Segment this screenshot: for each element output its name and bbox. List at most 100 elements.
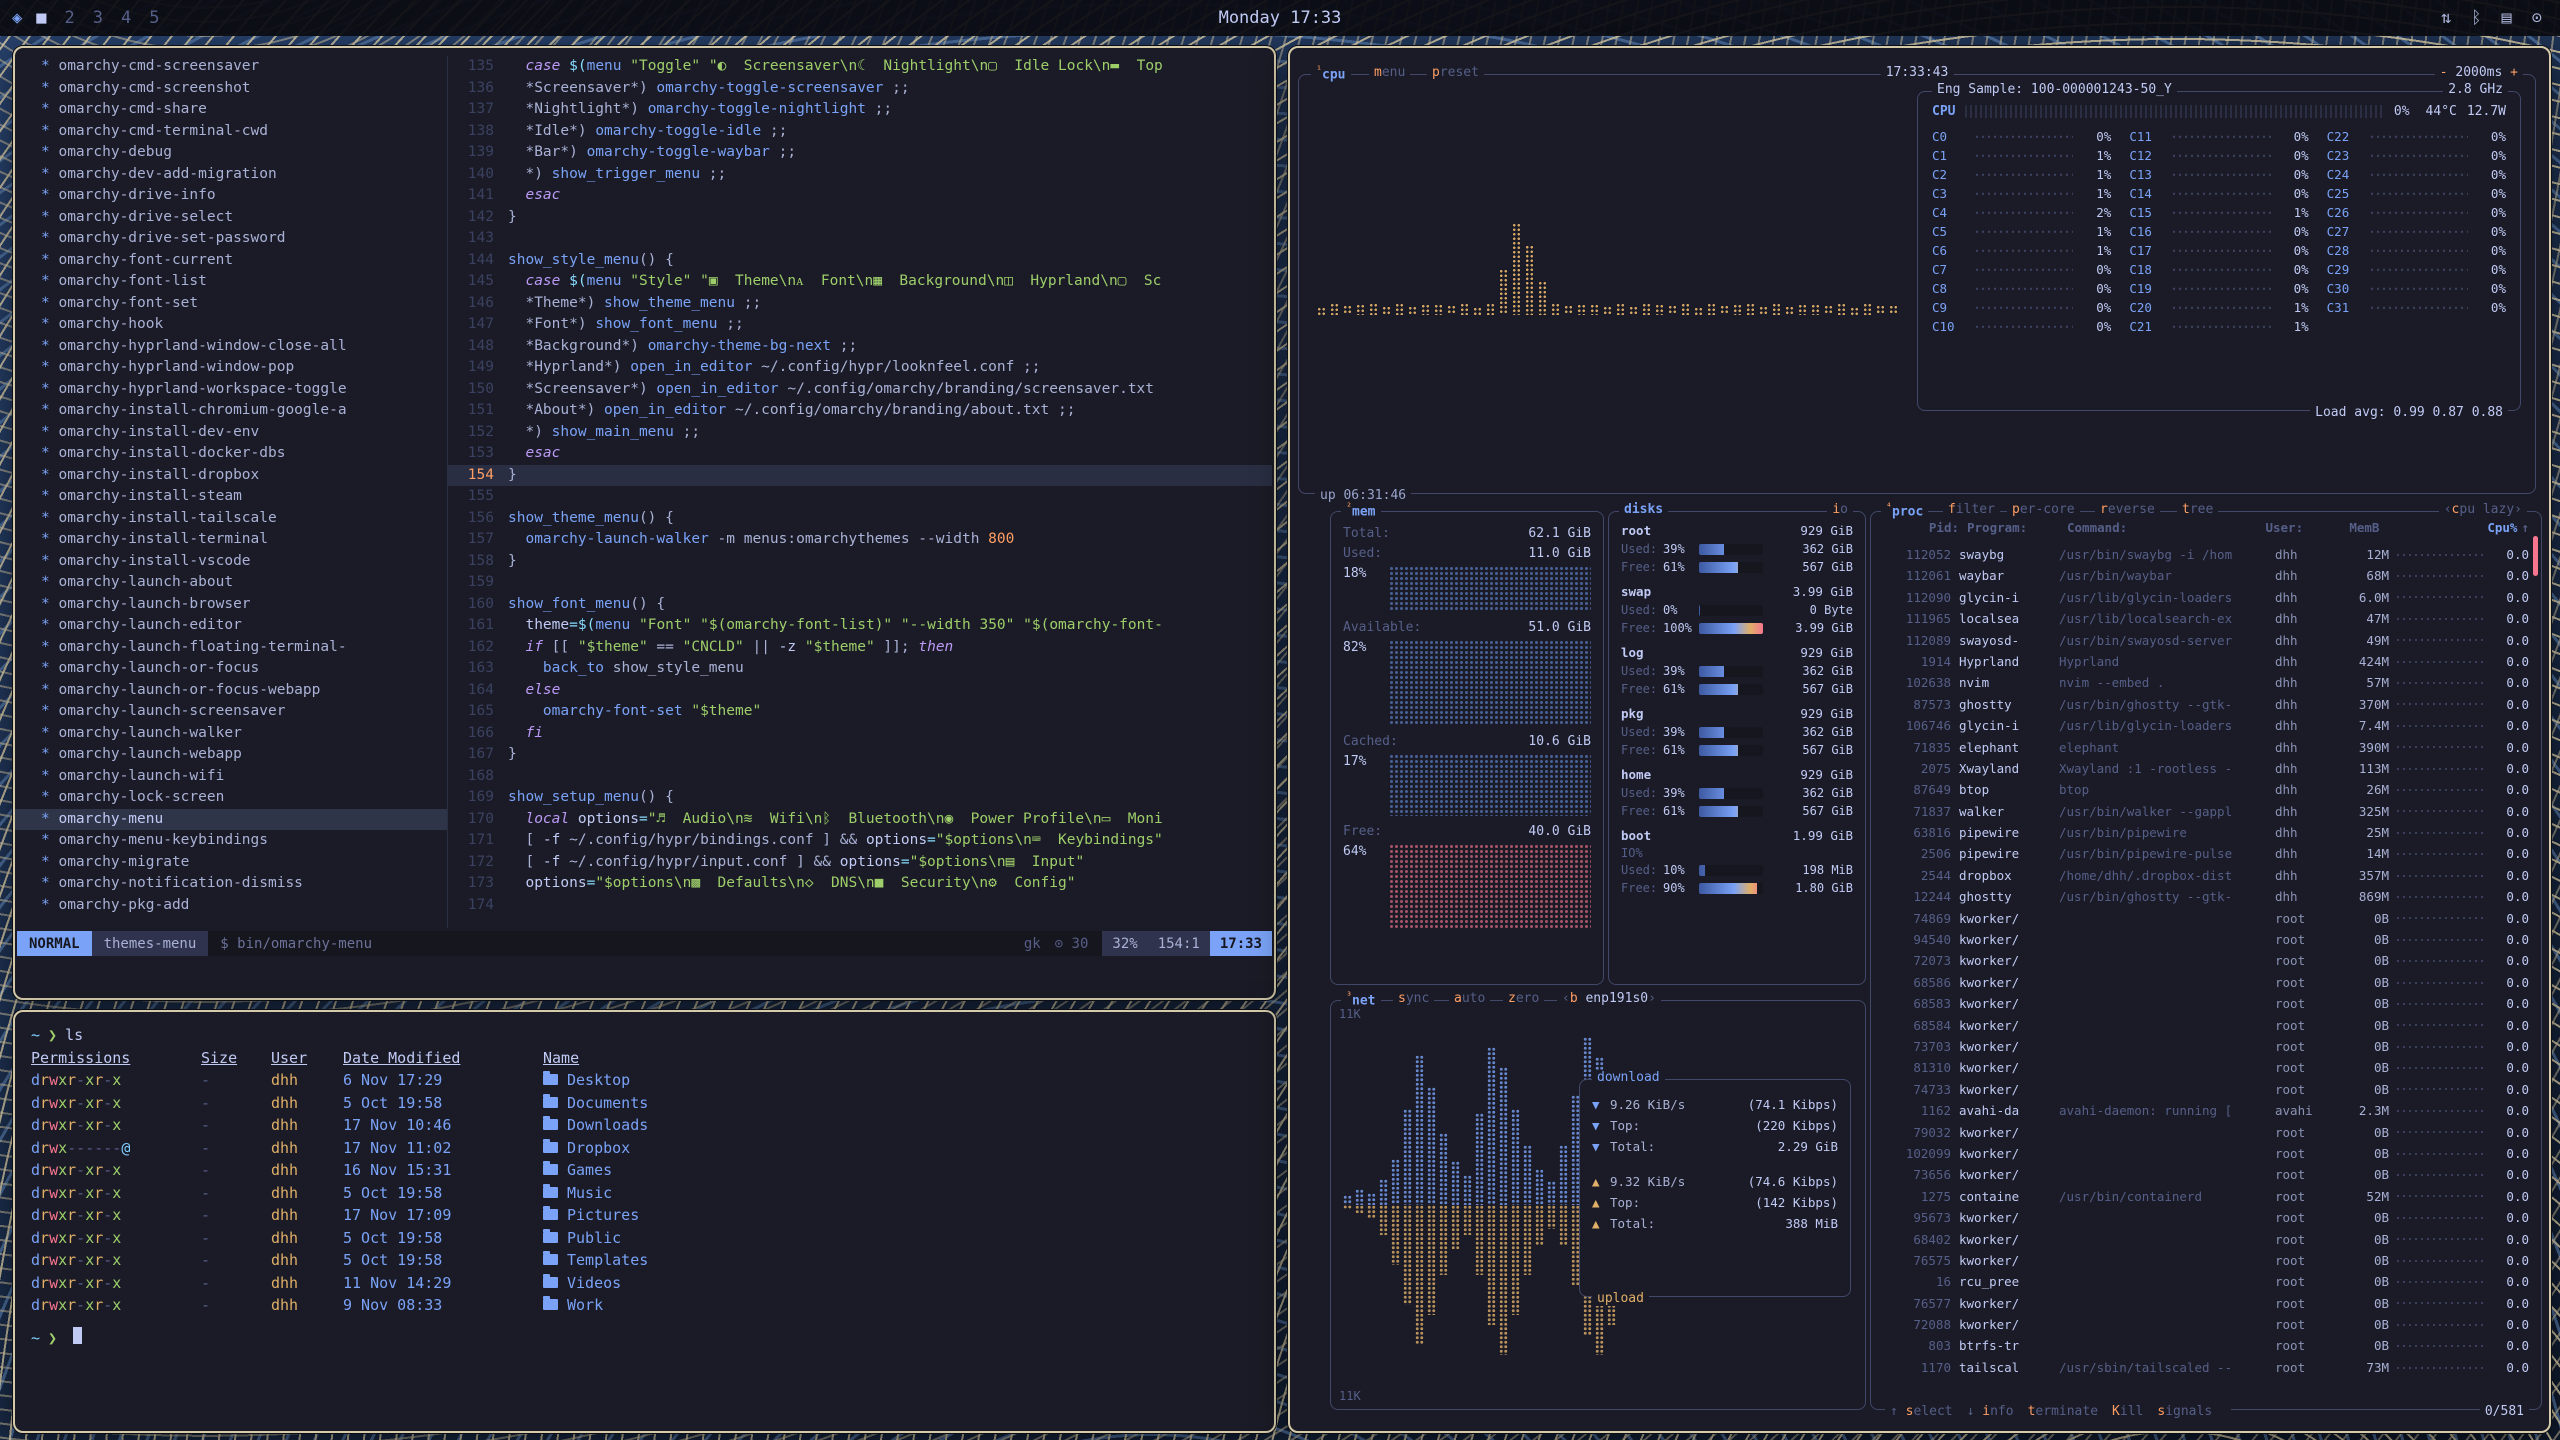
file-item[interactable]: * omarchy-menu-keybindings bbox=[15, 830, 447, 852]
process-list[interactable]: 112052swaybg/usr/bin/swaybg -i /homdhh12… bbox=[1877, 544, 2535, 1397]
btop-menu-button[interactable]: menu bbox=[1369, 65, 1410, 80]
process-panel-title[interactable]: ⁴proc bbox=[1881, 502, 1928, 519]
proc-row[interactable]: 63816pipewire/usr/bin/pipewiredhh25M0.0 bbox=[1877, 822, 2535, 843]
file-item[interactable]: * omarchy-cmd-terminal-cwd bbox=[15, 121, 447, 143]
cpu-panel-title[interactable]: ¹cpu bbox=[1311, 65, 1351, 82]
disks-io-toggle[interactable]: io bbox=[1827, 502, 1853, 517]
workspace-item[interactable]: 4 bbox=[121, 8, 131, 28]
directory-name[interactable]: Dropbox bbox=[543, 1137, 630, 1160]
file-item[interactable]: * omarchy-cmd-screenshot bbox=[15, 78, 447, 100]
file-item[interactable]: * omarchy-debug bbox=[15, 142, 447, 164]
proc-action-signals[interactable]: signals bbox=[2157, 1404, 2212, 1419]
proc-row[interactable]: 106746glycin-i/usr/lib/glycin-loadersdhh… bbox=[1877, 715, 2535, 736]
file-item[interactable]: * omarchy-launch-or-focus bbox=[15, 658, 447, 680]
btop-preset-button[interactable]: preset bbox=[1427, 65, 1484, 80]
network-panel-title[interactable]: ³net bbox=[1341, 991, 1381, 1008]
network-arrows-icon[interactable]: ⇅ bbox=[2441, 8, 2451, 28]
file-item[interactable]: * omarchy-launch-walker bbox=[15, 723, 447, 745]
file-item[interactable]: * omarchy-hyprland-window-close-all bbox=[15, 336, 447, 358]
file-item[interactable]: * omarchy-install-docker-dbs bbox=[15, 443, 447, 465]
workspace-item[interactable]: ■ bbox=[36, 8, 46, 28]
proc-row[interactable]: 72073kworker/root0B0.0 bbox=[1877, 950, 2535, 971]
file-item[interactable]: * omarchy-launch-browser bbox=[15, 594, 447, 616]
shell-prompt-line-2[interactable]: ~ ❯ bbox=[31, 1327, 1258, 1350]
proc-row[interactable]: 95673kworker/root0B0.0 bbox=[1877, 1207, 2535, 1228]
proc-row[interactable]: 112061waybar/usr/bin/waybardhh68M0.0 bbox=[1877, 565, 2535, 586]
disks-panel-title[interactable]: disks bbox=[1619, 502, 1668, 517]
file-item[interactable]: * omarchy-launch-editor bbox=[15, 615, 447, 637]
proc-row[interactable]: 68584kworker/root0B0.0 bbox=[1877, 1015, 2535, 1036]
proc-row[interactable]: 16rcu_preeroot0B0.0 bbox=[1877, 1271, 2535, 1292]
directory-name[interactable]: Pictures bbox=[543, 1204, 639, 1227]
proc-row[interactable]: 803btrfs-trroot0B0.0 bbox=[1877, 1335, 2535, 1356]
file-item[interactable]: * omarchy-launch-floating-terminal- bbox=[15, 637, 447, 659]
proc-tree-toggle[interactable]: tree bbox=[2177, 502, 2218, 517]
bluetooth-icon[interactable]: ᛒ bbox=[2471, 8, 2481, 28]
file-item[interactable]: * omarchy-font-current bbox=[15, 250, 447, 272]
proc-per-core-toggle[interactable]: per-core bbox=[2007, 502, 2080, 517]
file-item[interactable]: * omarchy-launch-webapp bbox=[15, 744, 447, 766]
proc-sort-selector[interactable]: ‹cpu lazy› bbox=[2439, 502, 2527, 517]
file-item[interactable]: * omarchy-hyprland-window-pop bbox=[15, 357, 447, 379]
power-icon[interactable]: ⊙ bbox=[2532, 8, 2542, 28]
directory-name[interactable]: Desktop bbox=[543, 1069, 630, 1092]
proc-reverse-toggle[interactable]: reverse bbox=[2095, 502, 2160, 517]
proc-row[interactable]: 102638nvimnvim --embed .dhh57M0.0 bbox=[1877, 672, 2535, 693]
file-item[interactable]: * omarchy-install-steam bbox=[15, 486, 447, 508]
proc-row[interactable]: 74869kworker/root0B0.0 bbox=[1877, 908, 2535, 929]
file-item[interactable]: * omarchy-install-dropbox bbox=[15, 465, 447, 487]
file-item[interactable]: * omarchy-hyprland-workspace-toggle bbox=[15, 379, 447, 401]
net-interface-selector[interactable]: ‹b enp191s0› bbox=[1557, 991, 1661, 1006]
directory-name[interactable]: Templates bbox=[543, 1249, 648, 1272]
proc-row[interactable]: 76577kworker/root0B0.0 bbox=[1877, 1293, 2535, 1314]
proc-row[interactable]: 2544dropbox/home/dhh/.dropbox-distdhh357… bbox=[1877, 865, 2535, 886]
file-explorer-pane[interactable]: * omarchy-cmd-screensaver* omarchy-cmd-s… bbox=[15, 56, 448, 928]
directory-name[interactable]: Documents bbox=[543, 1092, 648, 1115]
file-item[interactable]: * omarchy-cmd-screensaver bbox=[15, 56, 447, 78]
proc-row[interactable]: 2075XwaylandXwayland :1 -rootless -dhh11… bbox=[1877, 758, 2535, 779]
proc-row[interactable]: 71835elephantelephantdhh390M0.0 bbox=[1877, 737, 2535, 758]
process-scrollbar[interactable] bbox=[2533, 536, 2538, 576]
net-zero-toggle[interactable]: zero bbox=[1503, 991, 1544, 1006]
directory-name[interactable]: Music bbox=[543, 1182, 612, 1205]
proc-row[interactable]: 111965localsea/usr/lib/localsearch-exdhh… bbox=[1877, 608, 2535, 629]
proc-row[interactable]: 74733kworker/root0B0.0 bbox=[1877, 1079, 2535, 1100]
proc-row[interactable]: 102099kworker/root0B0.0 bbox=[1877, 1143, 2535, 1164]
file-item[interactable]: * omarchy-drive-select bbox=[15, 207, 447, 229]
proc-row[interactable]: 1275containe/usr/bin/containerdroot52M0.… bbox=[1877, 1186, 2535, 1207]
proc-row[interactable]: 72088kworker/root0B0.0 bbox=[1877, 1314, 2535, 1335]
proc-row[interactable]: 12244ghostty/usr/bin/ghostty --gtk-dhh86… bbox=[1877, 886, 2535, 907]
proc-row[interactable]: 68402kworker/root0B0.0 bbox=[1877, 1229, 2535, 1250]
file-item[interactable]: * omarchy-drive-set-password bbox=[15, 228, 447, 250]
proc-row[interactable]: 112052swaybg/usr/bin/swaybg -i /homdhh12… bbox=[1877, 544, 2535, 565]
workspace-item[interactable]: 5 bbox=[149, 8, 159, 28]
file-item[interactable]: * omarchy-notification-dismiss bbox=[15, 873, 447, 895]
file-item[interactable]: * omarchy-install-chromium-google-a bbox=[15, 400, 447, 422]
proc-action-kill[interactable]: Kill bbox=[2112, 1404, 2143, 1419]
net-sync-toggle[interactable]: sync bbox=[1393, 991, 1434, 1006]
workspace-item[interactable]: 3 bbox=[93, 8, 103, 28]
directory-name[interactable]: Work bbox=[543, 1294, 603, 1317]
proc-row[interactable]: 1162avahi-daavahi-daemon: running [avahi… bbox=[1877, 1100, 2535, 1121]
file-item[interactable]: * omarchy-launch-about bbox=[15, 572, 447, 594]
proc-row[interactable]: 81310kworker/root0B0.0 bbox=[1877, 1057, 2535, 1078]
proc-action-select[interactable]: select bbox=[1906, 1404, 1953, 1419]
file-item[interactable]: * omarchy-migrate bbox=[15, 852, 447, 874]
directory-name[interactable]: Videos bbox=[543, 1272, 621, 1295]
file-item[interactable]: * omarchy-dev-add-migration bbox=[15, 164, 447, 186]
proc-row[interactable]: 87649btopbtopdhh26M0.0 bbox=[1877, 779, 2535, 800]
proc-row[interactable]: 87573ghostty/usr/bin/ghostty --gtk-dhh37… bbox=[1877, 694, 2535, 715]
proc-row[interactable]: 94540kworker/root0B0.0 bbox=[1877, 929, 2535, 950]
directory-name[interactable]: Downloads bbox=[543, 1114, 648, 1137]
memory-panel-title[interactable]: ²mem bbox=[1341, 502, 1381, 519]
proc-row[interactable]: 73703kworker/root0B0.0 bbox=[1877, 1036, 2535, 1057]
net-auto-toggle[interactable]: auto bbox=[1449, 991, 1490, 1006]
file-item[interactable]: * omarchy-font-set bbox=[15, 293, 447, 315]
proc-row[interactable]: 76575kworker/root0B0.0 bbox=[1877, 1250, 2535, 1271]
proc-row[interactable]: 112090glycin-i/usr/lib/glycin-loadersdhh… bbox=[1877, 587, 2535, 608]
file-item[interactable]: * omarchy-hook bbox=[15, 314, 447, 336]
refresh-interval-control[interactable]: - 2000ms + bbox=[2435, 65, 2523, 80]
file-item[interactable]: * omarchy-drive-info bbox=[15, 185, 447, 207]
file-item[interactable]: * omarchy-launch-or-focus-webapp bbox=[15, 680, 447, 702]
proc-row[interactable]: 71837walker/usr/bin/walker --gappldhh325… bbox=[1877, 801, 2535, 822]
